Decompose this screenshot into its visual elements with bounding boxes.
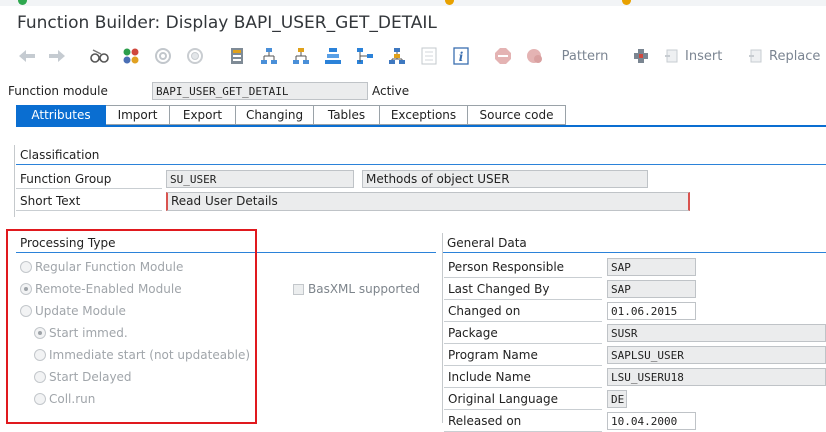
package-label: Package <box>444 324 602 344</box>
general-data-section <box>442 233 443 423</box>
other-object-icon[interactable] <box>120 44 142 68</box>
checkbox[interactable] <box>293 283 304 295</box>
released-on-field: 10.04.2000 <box>607 412 696 430</box>
display-object-list-icon[interactable] <box>418 44 440 68</box>
function-module-status: Active <box>372 84 410 98</box>
include-name-label: Include Name <box>444 368 602 388</box>
hierarchy-icon[interactable] <box>290 44 312 68</box>
program-name-field: SAPLSU_USER <box>607 346 826 364</box>
basxml-checkbox[interactable]: BasXML supported <box>293 282 420 296</box>
changed-on-field: 01.06.2015 <box>607 302 696 320</box>
back-arrow-icon[interactable] <box>16 44 38 68</box>
general-data-heading: General Data <box>443 236 826 253</box>
where-used-list-icon[interactable] <box>354 44 376 68</box>
short-text-label: Short Text <box>16 192 162 211</box>
function-module-label: Function module <box>8 84 108 98</box>
tab-attributes[interactable]: Attributes <box>16 105 106 125</box>
page-title: Function Builder: Display BAPI_USER_GET_… <box>17 13 437 33</box>
person-responsible-field: SAP <box>607 258 696 276</box>
status-icon <box>445 0 454 5</box>
changed-on-label: Changed on <box>444 302 602 322</box>
breakpoint-icon[interactable] <box>524 44 546 68</box>
insert-line-icon <box>665 49 678 63</box>
checkbox-label: BasXML supported <box>308 282 420 296</box>
last-changed-by-label: Last Changed By <box>444 280 602 300</box>
display-change-glasses-icon[interactable] <box>88 44 112 68</box>
insert-label: Insert <box>685 48 723 64</box>
svg-text:i: i <box>459 50 464 64</box>
original-language-label: Original Language <box>444 390 602 410</box>
replace-button[interactable]: Replace <box>748 44 826 68</box>
structure-icon[interactable] <box>386 44 408 68</box>
tab-import[interactable]: Import <box>106 105 170 125</box>
insert-button[interactable]: Insert <box>664 44 744 68</box>
classification-section <box>14 145 15 217</box>
tab-source-code[interactable]: Source code <box>468 105 566 125</box>
classification-heading: Classification <box>16 148 826 165</box>
forward-arrow-icon[interactable] <box>46 44 68 68</box>
enter-icon[interactable] <box>18 0 27 5</box>
person-responsible-label: Person Responsible <box>444 258 602 278</box>
info-icon[interactable]: i <box>450 44 472 68</box>
test-icon[interactable] <box>226 44 248 68</box>
function-group-field[interactable]: SU_USER <box>166 170 354 188</box>
replace-line-icon <box>749 49 762 63</box>
application-toolbar: i Pattern Insert Replace <box>0 40 826 72</box>
include-name-field: LSU_USERU18 <box>607 368 826 386</box>
function-module-field[interactable]: BAPI_USER_GET_DETAIL <box>152 82 368 100</box>
tab-strip: Attributes Import Export Changing Tables… <box>16 105 566 125</box>
cut-icon[interactable] <box>631 44 651 68</box>
tab-changing[interactable]: Changing <box>236 105 314 125</box>
replace-label: Replace <box>769 48 821 64</box>
function-group-description: Methods of object USER <box>362 170 648 188</box>
stop-icon[interactable] <box>492 44 514 68</box>
tab-exceptions[interactable]: Exceptions <box>380 105 468 125</box>
status-icon <box>622 0 631 5</box>
activate-icon[interactable] <box>184 44 206 68</box>
released-on-label: Released on <box>444 412 602 432</box>
tab-export[interactable]: Export <box>170 105 236 125</box>
program-name-label: Program Name <box>444 346 602 366</box>
package-field: SUSR <box>607 324 826 342</box>
enhance-icon[interactable] <box>322 44 344 68</box>
short-text-field[interactable]: Read User Details <box>166 192 690 211</box>
original-language-field: DE <box>607 390 627 408</box>
tab-underline <box>16 125 826 127</box>
check-icon[interactable] <box>152 44 174 68</box>
title-bar: Function Builder: Display BAPI_USER_GET_… <box>0 6 826 38</box>
last-changed-by-field: SAP <box>607 280 696 298</box>
pattern-button[interactable]: Pattern <box>560 44 610 68</box>
tab-tables[interactable]: Tables <box>314 105 380 125</box>
where-used-icon[interactable] <box>258 44 280 68</box>
highlight-box <box>6 229 257 424</box>
function-group-label: Function Group <box>16 170 162 189</box>
